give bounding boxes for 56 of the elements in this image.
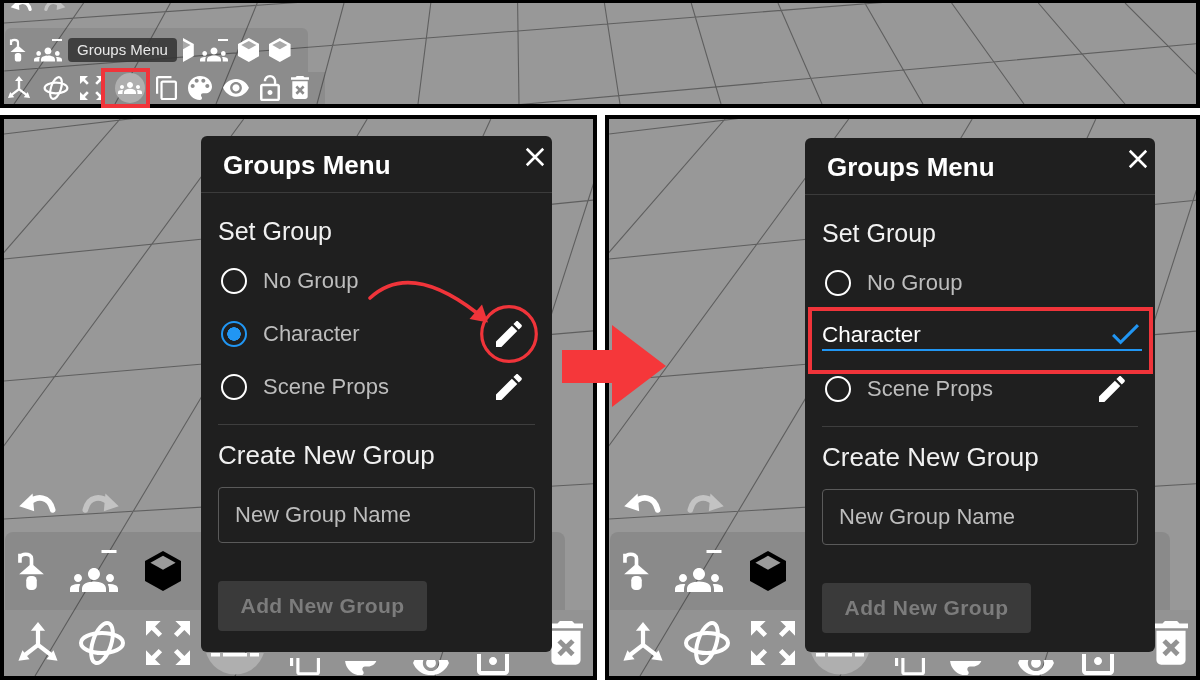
dash-icon — [217, 38, 228, 41]
padlock-icon[interactable] — [260, 74, 280, 102]
group-name-field[interactable]: Character — [822, 320, 1112, 349]
check-icon[interactable] — [1112, 324, 1139, 345]
people-icon[interactable] — [199, 46, 228, 62]
padlock-icon[interactable] — [1082, 654, 1114, 675]
padlock-icon[interactable] — [477, 654, 509, 675]
section-title: Set Group — [822, 218, 937, 248]
cube-icon[interactable] — [750, 551, 786, 591]
cube-icon[interactable] — [269, 38, 291, 62]
radio-label[interactable]: Character — [263, 320, 360, 347]
cube-icon[interactable] — [182, 38, 194, 62]
people-icon[interactable] — [115, 73, 145, 103]
section-title: Set Group — [218, 216, 333, 246]
expand-icon[interactable] — [146, 621, 190, 665]
undo-icon[interactable] — [10, 3, 32, 13]
palette-icon[interactable] — [188, 76, 212, 100]
orbit-icon[interactable] — [683, 619, 731, 667]
people-icon[interactable] — [675, 566, 723, 593]
radio-label[interactable]: Scene Props — [263, 373, 389, 400]
dash-icon — [705, 549, 723, 553]
axes-icon[interactable] — [6, 75, 32, 101]
close-icon[interactable] — [1128, 149, 1148, 169]
orbit-icon[interactable] — [43, 75, 69, 101]
menu-title: Groups Menu — [827, 152, 995, 182]
cube-icon[interactable] — [145, 551, 181, 591]
lamp-icon[interactable] — [8, 38, 28, 62]
tooltip: Groups Menu — [68, 38, 177, 62]
pencil-icon[interactable] — [1099, 375, 1125, 402]
pencil-icon[interactable] — [496, 373, 522, 400]
palette-icon[interactable] — [950, 660, 982, 675]
people-icon[interactable] — [70, 566, 118, 593]
dash-icon — [52, 38, 62, 41]
cube-icon[interactable] — [237, 38, 260, 62]
section-title: Create New Group — [822, 442, 1040, 472]
radio-label[interactable]: No Group — [867, 269, 963, 296]
radio-button[interactable] — [221, 320, 247, 347]
people-icon[interactable] — [34, 46, 62, 62]
group-name-input[interactable]: New Group Name — [218, 487, 535, 543]
group-name-input[interactable]: New Group Name — [822, 489, 1138, 545]
eye-icon[interactable] — [413, 659, 449, 675]
eye-icon[interactable] — [223, 79, 249, 97]
copy-icon[interactable] — [156, 75, 177, 101]
close-icon[interactable] — [525, 147, 545, 167]
section-title: Create New Group — [218, 440, 436, 470]
expand-icon[interactable] — [751, 621, 795, 665]
palette-icon[interactable] — [345, 660, 377, 675]
pencil-icon[interactable] — [496, 320, 522, 347]
menu-title: Groups Menu — [223, 150, 391, 180]
trash-icon[interactable] — [549, 621, 583, 665]
expand-icon[interactable] — [80, 76, 104, 100]
eye-icon[interactable] — [1018, 659, 1054, 675]
radio-label[interactable]: No Group — [263, 267, 359, 294]
dash-icon — [100, 549, 118, 553]
radio-label[interactable]: Scene Props — [867, 375, 993, 402]
orbit-icon[interactable] — [78, 619, 126, 667]
